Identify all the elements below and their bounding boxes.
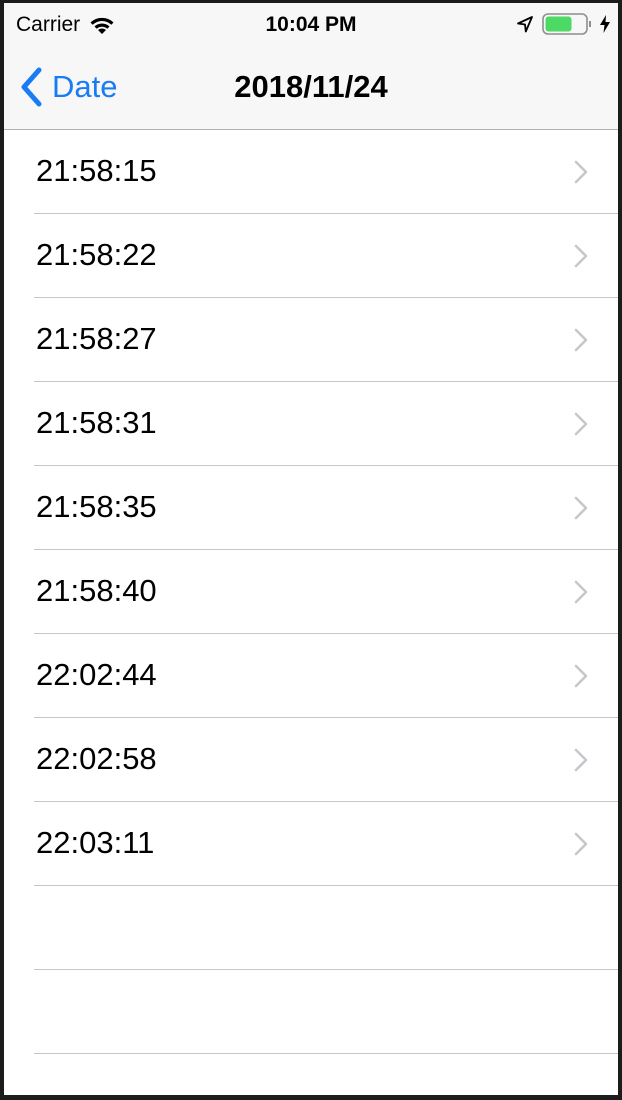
time-list: 21:58:15 21:58:22 21:58:27 21:58:31 21:5… [4,130,618,1054]
list-item-label: 21:58:15 [36,153,157,188]
battery-icon [542,13,591,35]
list-item-label: 22:02:58 [36,741,157,776]
list-item-label: 22:02:44 [36,657,157,692]
location-arrow-icon [517,16,533,33]
list-item-label: 21:58:22 [36,237,157,272]
list-item[interactable]: 21:58:27 [4,298,618,382]
page-title: 2018/11/24 [234,69,388,104]
chevron-right-icon [574,580,588,604]
list-item[interactable]: 21:58:40 [4,550,618,634]
list-item-label: 21:58:40 [36,573,157,608]
list-item[interactable]: 21:58:15 [4,130,618,214]
list-item-label: 22:03:11 [36,825,155,860]
list-item[interactable]: 22:03:11 [4,802,618,886]
chevron-right-icon [574,412,588,436]
chevron-right-icon [574,328,588,352]
list-item[interactable]: 22:02:58 [4,718,618,802]
chevron-right-icon [574,160,588,184]
empty-row [4,970,618,1054]
charging-bolt-icon [600,15,610,33]
list-item[interactable]: 21:58:31 [4,382,618,466]
phone-screen: Carrier 10:04 PM Date 2018/11/24 21:58:1… [4,3,618,1095]
chevron-right-icon [574,244,588,268]
chevron-right-icon [574,496,588,520]
status-indicators [516,12,610,36]
list-item[interactable]: 21:58:22 [4,214,618,298]
list-item-label: 21:58:27 [36,321,157,356]
list-item[interactable]: 22:02:44 [4,634,618,718]
status-bar: Carrier 10:04 PM [4,3,618,45]
list-item-label: 21:58:31 [36,405,157,440]
chevron-right-icon [574,664,588,688]
empty-row [4,886,618,970]
chevron-right-icon [574,748,588,772]
list-item-label: 21:58:35 [36,489,157,524]
navigation-bar: Date 2018/11/24 [4,45,618,130]
list-item[interactable]: 21:58:35 [4,466,618,550]
chevron-right-icon [574,832,588,856]
